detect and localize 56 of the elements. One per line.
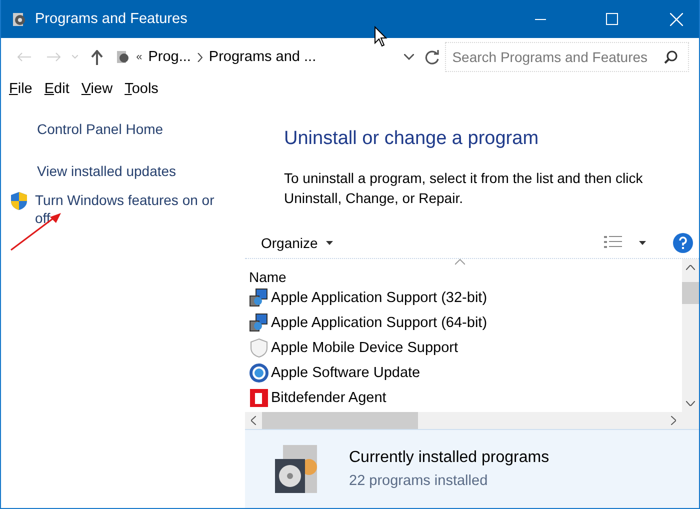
breadcrumb[interactable]: Programs and ...: [208, 49, 316, 65]
column-header[interactable]: Name: [249, 259, 682, 285]
pointer-arrow: [9, 212, 63, 252]
close-icon: [670, 12, 682, 26]
breadcrumb[interactable]: Prog...: [148, 49, 191, 65]
up-arrow-icon: [91, 50, 104, 64]
chevron-right-icon: [671, 416, 676, 425]
caret-icon: [326, 241, 333, 245]
shield-icon: [249, 338, 269, 358]
chevron-up-icon: [686, 265, 695, 270]
sort-icon: [455, 259, 465, 265]
scrollbar-thumb[interactable]: [262, 412, 418, 429]
chevron-icon: [196, 52, 203, 62]
caret-icon: [639, 241, 646, 245]
page-heading: Uninstall or change a program: [284, 128, 540, 150]
page-description: To uninstall a program, select it from the list and then click Uninstall, Change, or Repair.: [284, 169, 644, 208]
menu-item[interactable]: View: [81, 81, 113, 97]
program-row[interactable]: Apple Application Support (32-bit): [249, 285, 682, 310]
maximize-icon: [606, 13, 618, 25]
breadcrumb-overflow[interactable]: «: [136, 51, 142, 63]
menu-item[interactable]: File: [9, 81, 32, 97]
program-count: 22 programs installed: [349, 473, 489, 489]
mouse-cursor-icon: [374, 26, 388, 48]
program-row[interactable]: Apple Application Support (64-bit): [249, 310, 682, 335]
update-icon: [249, 362, 269, 382]
search-field[interactable]: Search Programs and Features: [445, 42, 689, 72]
sidebar-link[interactable]: Turn Windows features on or off: [35, 191, 225, 227]
forward-arrow-icon: [46, 52, 62, 62]
program-row[interactable]: Apple Software Update: [249, 360, 682, 385]
caret-icon: [404, 54, 414, 60]
programs-icon: [11, 10, 27, 28]
help-button[interactable]: [673, 233, 693, 253]
installer-icon: [249, 312, 269, 332]
shield-icon: [9, 191, 29, 211]
chevron-down-icon: [686, 401, 695, 406]
scrollbar-thumb[interactable]: [682, 282, 699, 304]
back-arrow-icon: [16, 52, 32, 62]
chevron-left-icon: [251, 416, 256, 425]
menu-item[interactable]: Edit: [44, 81, 70, 97]
search-icon: [664, 50, 678, 64]
program-row[interactable]: Apple Mobile Device Support: [249, 335, 682, 360]
minimize-icon: [534, 18, 546, 20]
view-icon[interactable]: [604, 235, 622, 251]
sidebar-link[interactable]: Control Panel Home: [37, 121, 164, 137]
app-logo-icon: [249, 388, 269, 408]
menu-item[interactable]: Tools: [124, 81, 158, 97]
program-row[interactable]: Bitdefender Agent: [249, 385, 682, 410]
details-title: Currently installed programs: [349, 449, 550, 467]
programs-icon: [116, 49, 130, 65]
window-title: Programs and Features: [35, 11, 188, 27]
organize-button[interactable]: Organize: [253, 231, 341, 255]
sidebar-link[interactable]: View installed updates: [37, 163, 176, 179]
refresh-icon: [424, 50, 440, 64]
help-icon: [673, 233, 693, 253]
installer-icon: [249, 288, 269, 308]
caret-icon: [72, 55, 78, 59]
